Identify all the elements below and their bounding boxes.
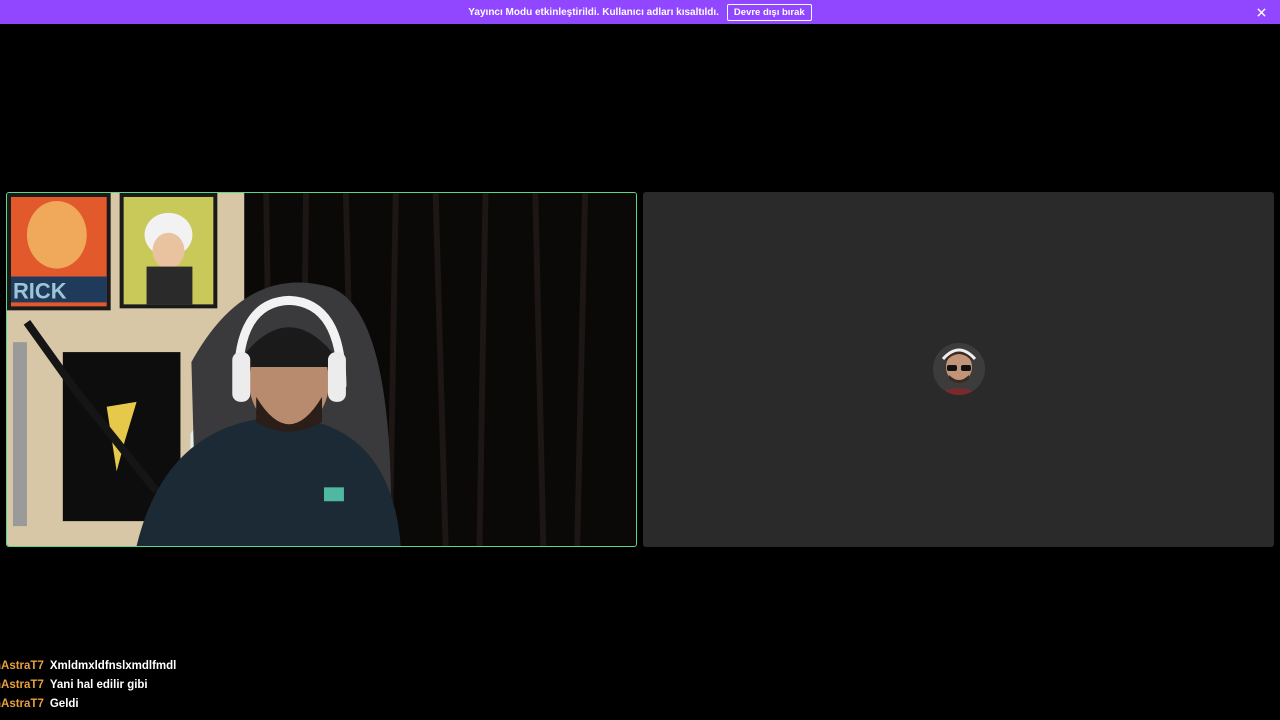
camera-feed: RICK (7, 193, 636, 546)
close-icon (1256, 7, 1266, 17)
close-banner-button[interactable] (1254, 5, 1268, 19)
disable-streamer-mode-button[interactable]: Devre dışı bırak (726, 3, 812, 21)
chat-text: Xmldmxldfnslxmdlfmdl (49, 660, 177, 672)
svg-text:RICK: RICK (13, 278, 67, 303)
chat-username[interactable]: nAstraT7 (0, 679, 44, 691)
chat-message: nAstraT7 Geldi (0, 695, 400, 714)
chat-username[interactable]: nAstraT7 (0, 698, 44, 710)
chat-text: Geldi (49, 698, 79, 710)
streamer-mode-text: Yayıncı Modu etkinleştirildi. Kullanıcı … (468, 6, 719, 18)
chat-text: Yani hal edilir gibi (49, 679, 148, 691)
participant-avatar-tile[interactable] (643, 192, 1274, 547)
avatar-image (933, 343, 985, 395)
chat-overlay: nAstraT7 Xmldmxldfnslxmdlfmdl nAstraT7 Yan… (0, 657, 400, 714)
chat-username[interactable]: nAstraT7 (0, 660, 44, 672)
participant-video-tile-speaking[interactable]: RICK (6, 192, 637, 547)
chat-message: nAstraT7 Xmldmxldfnslxmdlfmdl (0, 657, 400, 676)
chat-message: nAstraT7 Yani hal edilir gibi (0, 676, 400, 695)
participant-avatar (933, 343, 985, 395)
streamer-mode-banner: Yayıncı Modu etkinleştirildi. Kullanıcı … (0, 0, 1280, 24)
